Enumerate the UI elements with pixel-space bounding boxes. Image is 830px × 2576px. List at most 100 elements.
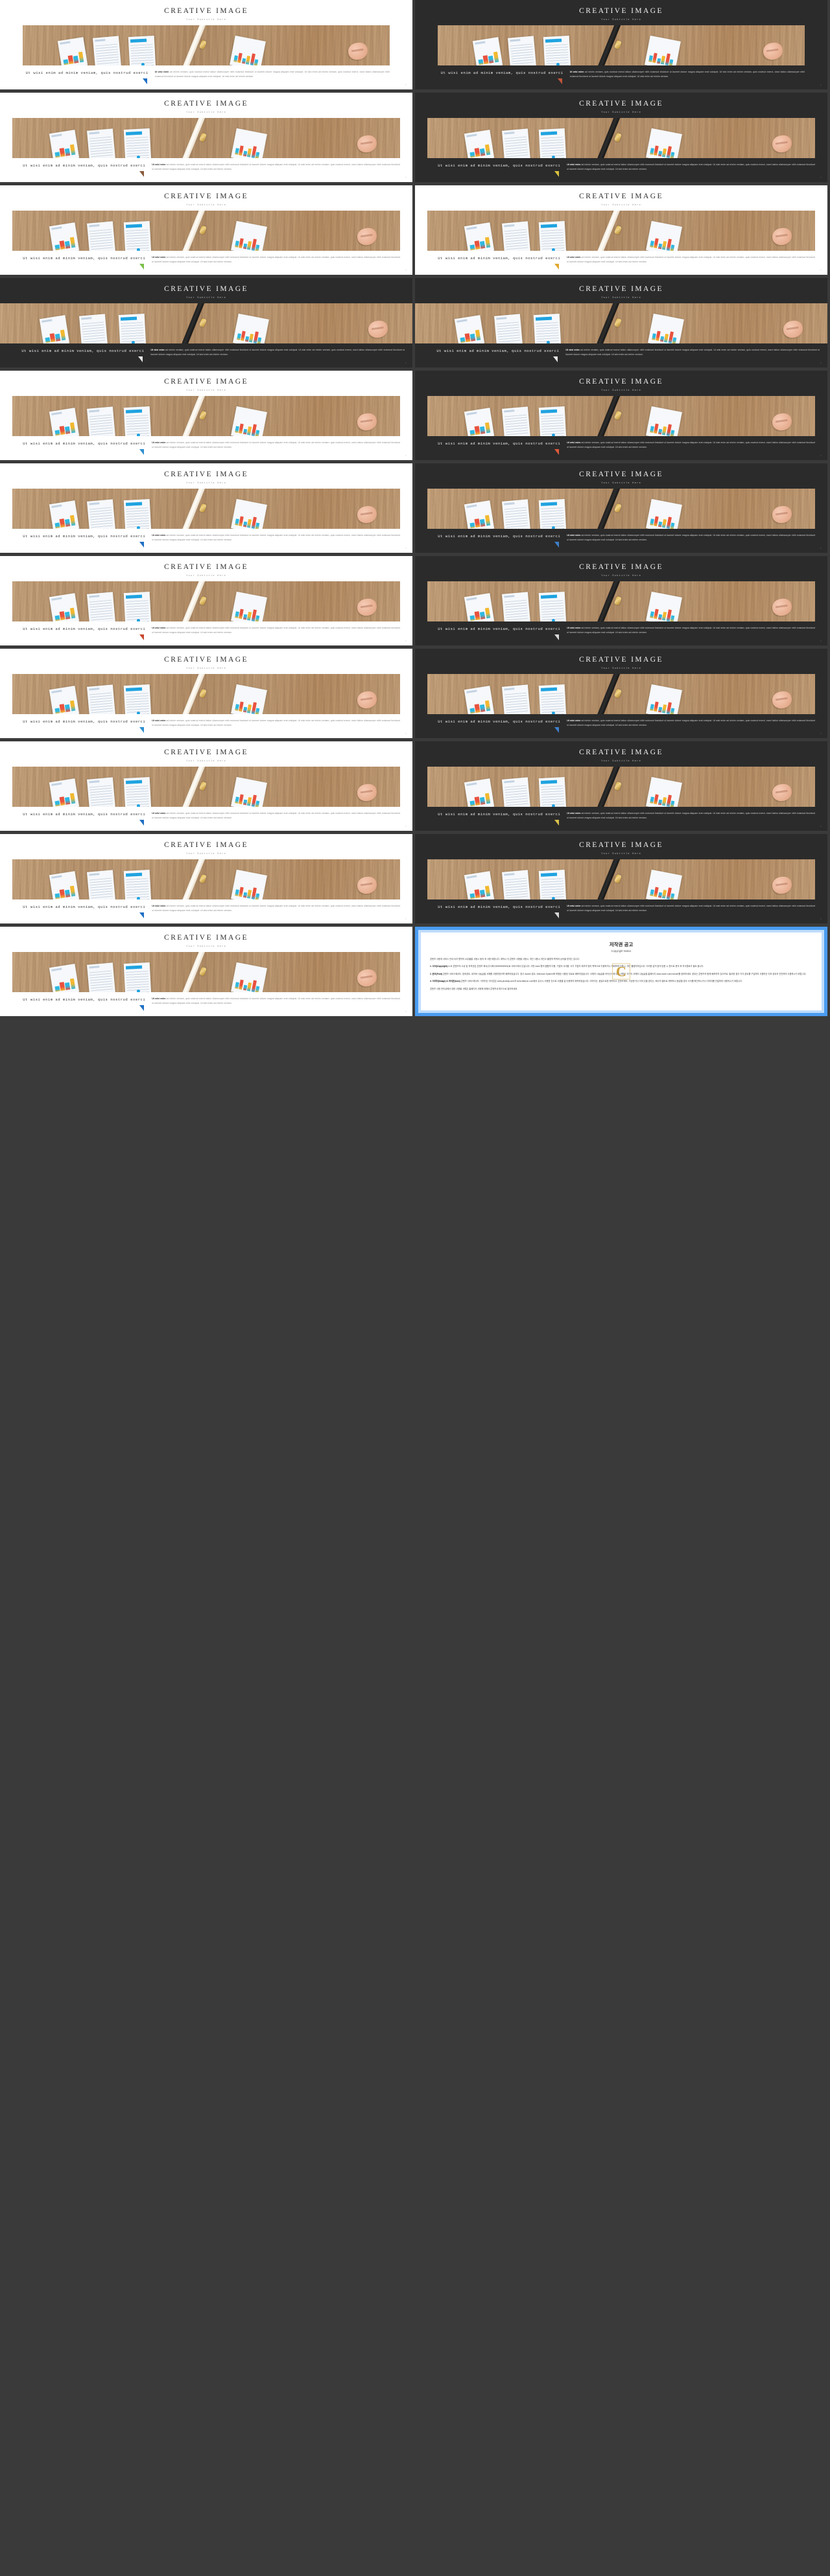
copyright-notice-slide[interactable]: 저작권 공고 Copyright Notice 콘텐츠 사용과 서비스 안내 숙지 … (415, 927, 827, 1016)
paper-sheet (230, 592, 267, 621)
slide-subtitle: Your Subtitle Here (186, 389, 226, 392)
sheet-header-icon (504, 224, 515, 227)
slide-title: CREATIVE IMAGE (579, 656, 663, 664)
paper-sheet (86, 777, 115, 807)
body-text-bold: Ut wisi enim (569, 70, 584, 73)
body-text: Ut wisi enim ad minim veniam, quis nostr… (567, 719, 815, 728)
body-text-bold: Ut wisi enim (152, 626, 166, 629)
slide-thumbnail-dark[interactable]: CREATIVE IMAGE Your Subtitle Here Ut wis… (415, 0, 827, 89)
slide-thumbnail-dark[interactable]: CREATIVE IMAGE Your Subtitle Here Ut wis… (0, 278, 412, 367)
body-text-bold: Ut wisi enim (152, 997, 166, 1000)
sheet-header-icon (60, 41, 71, 45)
bar-chart-icon (54, 791, 76, 807)
slide-subtitle: Your Subtitle Here (186, 203, 226, 207)
sheet-text-lines (510, 43, 534, 65)
slide-row: CREATIVE IMAGE Your Subtitle Here Ut wis… (0, 927, 830, 1019)
slide-thumbnail-light[interactable]: CREATIVE IMAGE Your Subtitle Here Ut wis… (0, 556, 412, 645)
slide-content: CREATIVE IMAGE Your Subtitle Here Ut wis… (415, 741, 827, 831)
bar-chart-icon (234, 142, 261, 158)
accent-arrow-icon (139, 819, 145, 826)
body-text-bold: Ut wisi enim (152, 811, 166, 815)
slide-thumbnail-light[interactable]: CREATIVE IMAGE Your Subtitle Here Ut wis… (0, 93, 412, 182)
slide-content: CREATIVE IMAGE Your Subtitle Here Ut wis… (0, 741, 412, 831)
bar-chart-icon (43, 328, 66, 343)
sheet-text-lines (541, 692, 565, 714)
bar-chart-icon (648, 49, 674, 65)
slide-thumbnail-dark[interactable]: CREATIVE IMAGE Your Subtitle Here Ut wis… (415, 278, 827, 367)
slide-subtitle: Your Subtitle Here (186, 111, 226, 114)
slide-text-block: Ut wisi enim ad minim veniam, quis nostr… (12, 811, 400, 826)
body-text-rest: ad minim veniam, quis nostrud exerci tat… (152, 163, 400, 171)
paper-sheet (229, 36, 266, 65)
slide-thumbnail-dark[interactable]: CREATIVE IMAGE Your Subtitle Here Ut wis… (415, 556, 827, 645)
slide-thumbnail-light[interactable]: CREATIVE IMAGE Your Subtitle Here Ut wis… (0, 185, 412, 275)
sheet-header-icon (89, 873, 100, 876)
sheet-header-icon (466, 875, 477, 879)
slide-thumbnail-dark[interactable]: CREATIVE IMAGE Your Subtitle Here Ut wis… (415, 741, 827, 831)
page-number: 1 (820, 826, 822, 828)
paper-sheet (464, 408, 494, 436)
sheet-text-lines (504, 599, 528, 621)
slide-thumbnail-dark[interactable]: CREATIVE IMAGE Your Subtitle Here Ut wis… (415, 93, 827, 182)
slide-thumbnail-light[interactable]: CREATIVE IMAGE Your Subtitle Here Ut wis… (0, 371, 412, 460)
sheet-text-lines (89, 136, 113, 158)
slide-thumbnail-light[interactable]: CREATIVE IMAGE Your Subtitle Here Ut wis… (0, 0, 412, 89)
slide-thumbnail-light[interactable]: CREATIVE IMAGE Your Subtitle Here Ut wis… (0, 463, 412, 553)
page-number: 1 (405, 548, 407, 550)
slide-text-block: Ut wisi enim ad minim veniam, quis nostr… (12, 441, 400, 455)
sheet-header-icon (541, 408, 558, 413)
sheet-header-icon (541, 594, 558, 598)
lead-text: Ut wisi enim ad minim veniam, quis nostr… (23, 255, 146, 261)
paper-sheet (86, 406, 115, 436)
bar-chart-icon (649, 420, 676, 436)
lead-text: Ut wisi enim ad minim veniam, quis nostr… (438, 904, 561, 909)
bar-chart-icon (54, 977, 76, 992)
copyright-paragraph: 1. 서식(Copyright) 노트 콘텐츠의 소유 및 저작권은 콘텐츠 회… (430, 965, 704, 968)
body-text-bold: Ut wisi enim (567, 441, 581, 444)
body-text-bold: Ut wisi enim (567, 255, 581, 259)
slide-thumbnail-light[interactable]: CREATIVE IMAGE Your Subtitle Here Ut wis… (415, 185, 827, 275)
slide-thumbnail-light[interactable]: CREATIVE IMAGE Your Subtitle Here Ut wis… (0, 927, 412, 1016)
slide-thumbnail-light[interactable]: CREATIVE IMAGE Your Subtitle Here Ut wis… (0, 834, 412, 923)
slide-thumbnail-dark[interactable]: CREATIVE IMAGE Your Subtitle Here Ut wis… (415, 371, 827, 460)
slide-content: CREATIVE IMAGE Your Subtitle Here Ut wis… (0, 834, 412, 923)
bar-chart-icon (234, 235, 261, 251)
slide-subtitle: Your Subtitle Here (601, 203, 641, 207)
slide-content: CREATIVE IMAGE Your Subtitle Here Ut wis… (0, 93, 412, 182)
sheet-header-icon (51, 133, 62, 137)
slide-photo (12, 210, 400, 251)
slide-thumbnail-dark[interactable]: CREATIVE IMAGE Your Subtitle Here Ut wis… (415, 463, 827, 553)
paper-sheet (464, 871, 494, 899)
slide-text-block: Ut wisi enim ad minim veniam, quis nostr… (12, 904, 400, 918)
slide-thumbnail-light[interactable]: CREATIVE IMAGE Your Subtitle Here Ut wis… (0, 649, 412, 738)
accent-arrow-icon (139, 726, 145, 733)
slide-row: CREATIVE IMAGE Your Subtitle Here Ut wis… (0, 278, 830, 371)
body-column: Ut wisi enim ad minim veniam, quis nostr… (567, 904, 815, 914)
slide-text-block: Ut wisi enim ad minim veniam, quis nostr… (427, 441, 815, 455)
accent-arrow-icon (139, 1004, 145, 1011)
sheet-text-lines (536, 321, 560, 343)
accent-arrow-icon (554, 819, 560, 826)
sheet-header-icon (466, 690, 477, 693)
paper-sheet (232, 314, 269, 343)
sheet-text-lines (126, 229, 150, 251)
slide-subtitle: Your Subtitle Here (186, 296, 226, 299)
paper-sheet (501, 128, 530, 158)
slide-photo (427, 581, 815, 621)
sheet-header-icon (466, 412, 477, 415)
bar-chart-icon (469, 421, 491, 436)
sheet-header-icon (475, 41, 486, 45)
lead-column: Ut wisi enim ad minim veniam, quis nostr… (427, 626, 567, 640)
slide-thumbnail-dark[interactable]: CREATIVE IMAGE Your Subtitle Here Ut wis… (415, 834, 827, 923)
paper-sheet (508, 36, 537, 65)
body-column: Ut wisi enim ad minim veniam, quis nostr… (567, 811, 815, 821)
body-column: Ut wisi enim ad minim veniam, quis nostr… (570, 70, 805, 80)
slide-photo (438, 25, 805, 65)
slide-title: CREATIVE IMAGE (164, 100, 248, 108)
slide-thumbnail-light[interactable]: CREATIVE IMAGE Your Subtitle Here Ut wis… (0, 741, 412, 831)
slide-content: CREATIVE IMAGE Your Subtitle Here Ut wis… (415, 834, 827, 923)
paper-sheet (49, 222, 79, 251)
paper-sheet (230, 406, 267, 436)
slide-thumbnail-dark[interactable]: CREATIVE IMAGE Your Subtitle Here Ut wis… (415, 649, 827, 738)
sheet-header-icon (51, 597, 62, 601)
